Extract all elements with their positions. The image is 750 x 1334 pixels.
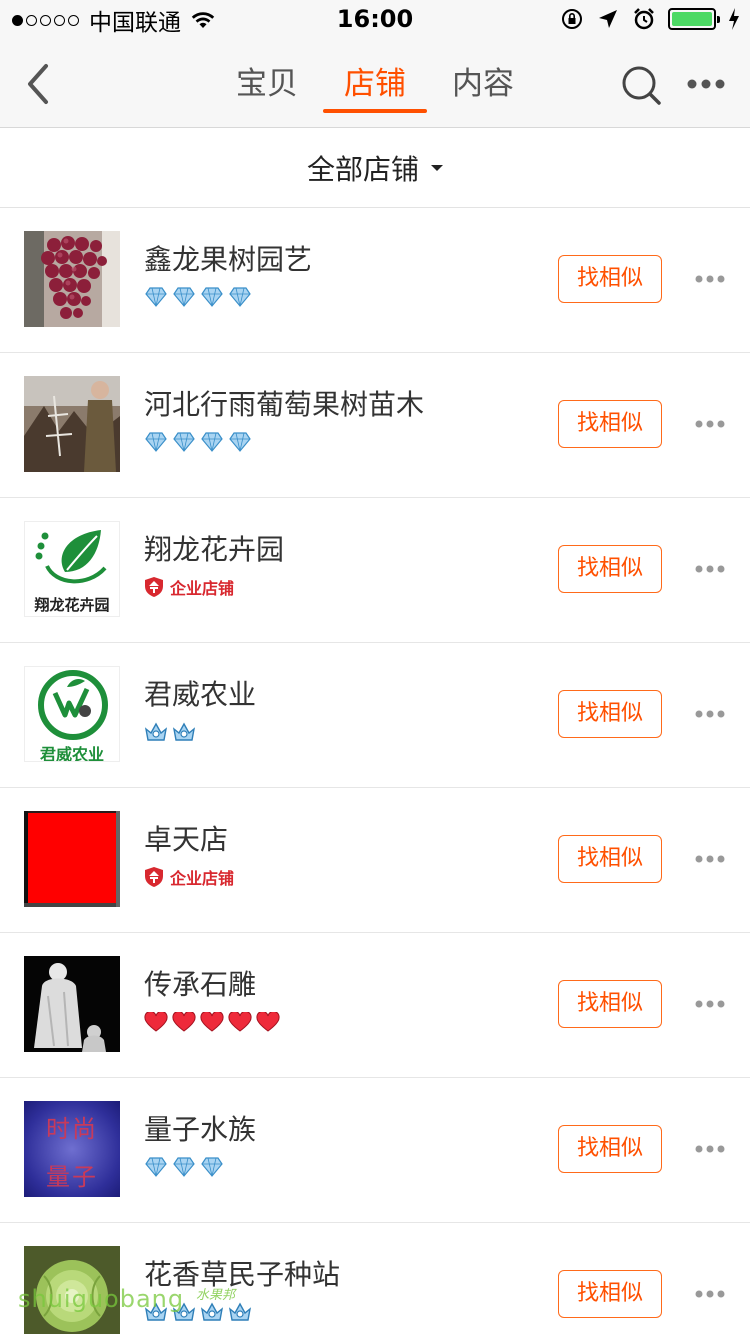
watermark-text: shuiguobang xyxy=(18,1285,185,1313)
find-similar-button[interactable]: 找相似 xyxy=(558,835,662,883)
battery-icon xyxy=(668,8,720,30)
tab-label: 宝贝 xyxy=(236,66,298,102)
tab-shops[interactable]: 店铺 xyxy=(321,40,429,128)
active-tab-indicator xyxy=(323,109,427,113)
diamond-icon xyxy=(173,432,195,452)
caret-down-icon xyxy=(431,164,443,171)
shop-row[interactable]: 卓天店 企业店铺 找相似 xyxy=(0,788,750,933)
thumb-text-bottom: 量子 xyxy=(46,1163,98,1191)
more-icon[interactable] xyxy=(694,418,726,430)
shop-name[interactable]: 河北行雨葡萄果树苗木 xyxy=(144,383,424,423)
shop-row[interactable]: 翔龙花卉园 翔龙花卉园 企业店铺 找相似 xyxy=(0,498,750,643)
diamond-icon xyxy=(229,432,251,452)
shop-row[interactable]: 鑫龙果树园艺 找相似 xyxy=(0,208,750,353)
heart-icon xyxy=(256,1012,280,1032)
more-icon[interactable] xyxy=(694,273,726,285)
rating-badges xyxy=(144,286,252,308)
crown-icon xyxy=(228,1302,252,1321)
shop-name[interactable]: 传承石雕 xyxy=(144,963,256,1003)
shop-thumbnail[interactable]: 君威农业 xyxy=(24,666,120,762)
enterprise-badge: 企业店铺 xyxy=(144,576,234,598)
diamond-icon xyxy=(173,1157,195,1177)
enterprise-badge: 企业店铺 xyxy=(144,866,234,888)
heart-icon xyxy=(172,1012,196,1032)
rotation-lock-icon xyxy=(562,9,582,29)
more-icon[interactable] xyxy=(694,998,726,1010)
shop-thumbnail[interactable]: 翔龙花卉园 xyxy=(24,521,120,617)
shop-row[interactable]: 君威农业 君威农业 找相似 xyxy=(0,643,750,788)
diamond-icon xyxy=(201,432,223,452)
find-similar-button[interactable]: 找相似 xyxy=(558,690,662,738)
diamond-icon xyxy=(145,287,167,307)
shop-list: 鑫龙果树园艺 找相似 河北行雨葡萄果树苗木 找相似 翔龙花卉园 翔龙花卉园 企业… xyxy=(0,208,750,1334)
find-similar-button[interactable]: 找相似 xyxy=(558,400,662,448)
enterprise-shield-icon xyxy=(145,867,163,887)
find-similar-button[interactable]: 找相似 xyxy=(558,1125,662,1173)
diamond-icon xyxy=(173,287,195,307)
alarm-icon xyxy=(634,8,654,30)
shop-name[interactable]: 量子水族 xyxy=(144,1108,256,1148)
diamond-icon xyxy=(201,1157,223,1177)
enterprise-shield-icon xyxy=(145,577,163,597)
more-icon[interactable] xyxy=(694,1143,726,1155)
more-icon[interactable] xyxy=(686,76,726,92)
location-icon xyxy=(599,10,617,28)
crown-icon xyxy=(172,722,196,741)
shop-name[interactable]: 翔龙花卉园 xyxy=(144,528,284,568)
shop-name[interactable]: 卓天店 xyxy=(144,818,228,858)
charging-icon xyxy=(729,8,739,30)
shop-row[interactable]: 花香草民子种站 找相似 xyxy=(0,1223,750,1334)
shop-row[interactable]: 传承石雕 找相似 xyxy=(0,933,750,1078)
more-icon[interactable] xyxy=(694,853,726,865)
watermark-text-cn: 水果邦 xyxy=(196,1288,236,1303)
rating-badges xyxy=(144,1011,280,1033)
jw-logo-icon xyxy=(38,670,108,740)
shop-thumbnail[interactable] xyxy=(24,811,120,907)
shop-thumbnail[interactable]: 时尚 量子 xyxy=(24,1101,120,1197)
find-similar-button[interactable]: 找相似 xyxy=(558,1270,662,1318)
heart-icon xyxy=(200,1012,224,1032)
diamond-icon xyxy=(145,1157,167,1177)
tab-label: 内容 xyxy=(452,66,514,102)
heart-icon xyxy=(228,1012,252,1032)
diamond-icon xyxy=(201,287,223,307)
enterprise-label: 企业店铺 xyxy=(170,869,235,888)
nav-bar: 宝贝 店铺 内容 xyxy=(0,40,750,128)
filter-label: 全部店铺 xyxy=(306,152,419,186)
shop-thumbnail[interactable] xyxy=(24,376,120,472)
shop-row[interactable]: 时尚 量子 量子水族 找相似 xyxy=(0,1078,750,1223)
shop-row[interactable]: 河北行雨葡萄果树苗木 找相似 xyxy=(0,353,750,498)
shop-name[interactable]: 君威农业 xyxy=(144,673,256,713)
rating-badges xyxy=(144,721,196,743)
leaf-logo-icon xyxy=(35,530,107,584)
rating-badges xyxy=(144,431,252,453)
thumb-text: 翔龙花卉园 xyxy=(34,596,110,614)
crown-icon xyxy=(200,1302,224,1321)
find-similar-button[interactable]: 找相似 xyxy=(558,255,662,303)
diamond-icon xyxy=(145,432,167,452)
search-icon[interactable] xyxy=(620,64,662,106)
find-similar-button[interactable]: 找相似 xyxy=(558,545,662,593)
shop-name[interactable]: 鑫龙果树园艺 xyxy=(144,238,312,278)
shop-filter-dropdown[interactable]: 全部店铺 xyxy=(0,128,750,208)
more-icon[interactable] xyxy=(694,708,726,720)
thumb-text-top: 时尚 xyxy=(46,1115,98,1143)
find-similar-button[interactable]: 找相似 xyxy=(558,980,662,1028)
enterprise-label: 企业店铺 xyxy=(170,579,235,598)
tab-label: 店铺 xyxy=(344,66,406,102)
more-icon[interactable] xyxy=(694,1288,726,1300)
shop-thumbnail[interactable] xyxy=(24,231,120,327)
thumb-text: 君威农业 xyxy=(39,745,104,762)
heart-icon xyxy=(144,1012,168,1032)
rating-badges xyxy=(144,1156,224,1178)
status-bar: 中国联通 16:00 xyxy=(0,0,750,40)
tab-items[interactable]: 宝贝 xyxy=(213,40,321,128)
diamond-icon xyxy=(229,287,251,307)
status-right xyxy=(560,7,740,31)
crown-icon xyxy=(144,722,168,741)
shop-thumbnail[interactable] xyxy=(24,956,120,1052)
more-icon[interactable] xyxy=(694,563,726,575)
tab-content[interactable]: 内容 xyxy=(429,40,537,128)
